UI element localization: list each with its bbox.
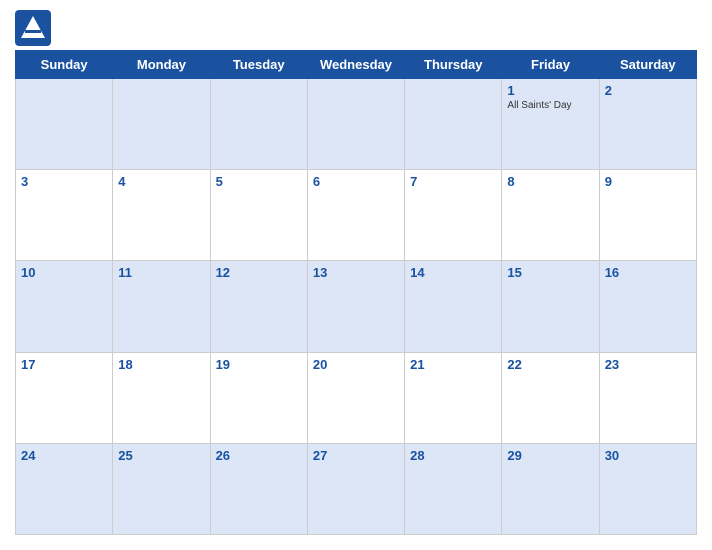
calendar-week-row: 1 All Saints' Day 2 [16,79,697,170]
weekday-header-sunday: Sunday [16,51,113,79]
day-number: 8 [507,174,593,189]
calendar-cell: 14 [405,261,502,352]
calendar-header [15,10,697,46]
calendar-cell: 2 [599,79,696,170]
calendar-cell: 23 [599,352,696,443]
calendar-cell: 11 [113,261,210,352]
calendar-cell: 13 [307,261,404,352]
calendar-cell: 15 [502,261,599,352]
calendar-table: SundayMondayTuesdayWednesdayThursdayFrid… [15,50,697,535]
day-number: 14 [410,265,496,280]
calendar-cell: 21 [405,352,502,443]
day-number: 9 [605,174,691,189]
day-number: 6 [313,174,399,189]
calendar-cell: 17 [16,352,113,443]
calendar-cell: 8 [502,170,599,261]
calendar-cell [307,79,404,170]
calendar-cell: 30 [599,443,696,534]
weekday-header-tuesday: Tuesday [210,51,307,79]
day-number: 21 [410,357,496,372]
day-number: 1 [507,83,593,98]
day-number: 2 [605,83,691,98]
calendar-cell: 5 [210,170,307,261]
calendar-week-row: 3456789 [16,170,697,261]
day-number: 28 [410,448,496,463]
weekday-header-row: SundayMondayTuesdayWednesdayThursdayFrid… [16,51,697,79]
calendar-cell: 29 [502,443,599,534]
weekday-header-wednesday: Wednesday [307,51,404,79]
calendar-cell: 25 [113,443,210,534]
calendar-cell: 24 [16,443,113,534]
calendar-cell: 18 [113,352,210,443]
calendar-cell: 1 All Saints' Day [502,79,599,170]
day-number: 29 [507,448,593,463]
calendar-cell: 4 [113,170,210,261]
day-number: 20 [313,357,399,372]
weekday-header-friday: Friday [502,51,599,79]
calendar-cell: 16 [599,261,696,352]
calendar-cell: 26 [210,443,307,534]
day-number: 17 [21,357,107,372]
day-number: 11 [118,265,204,280]
day-number: 5 [216,174,302,189]
calendar-cell [113,79,210,170]
calendar-cell: 3 [16,170,113,261]
day-number: 24 [21,448,107,463]
calendar-cell: 20 [307,352,404,443]
calendar-cell: 9 [599,170,696,261]
calendar-week-row: 24 25 26 27 28 29 30 [16,443,697,534]
calendar-cell: 12 [210,261,307,352]
day-number: 27 [313,448,399,463]
day-number: 18 [118,357,204,372]
day-number: 13 [313,265,399,280]
day-number: 16 [605,265,691,280]
calendar-cell [210,79,307,170]
weekday-header-thursday: Thursday [405,51,502,79]
logo [15,10,55,46]
day-number: 19 [216,357,302,372]
day-number: 3 [21,174,107,189]
calendar-cell: 10 [16,261,113,352]
day-number: 12 [216,265,302,280]
day-number: 30 [605,448,691,463]
day-number: 22 [507,357,593,372]
day-number: 10 [21,265,107,280]
day-number: 23 [605,357,691,372]
day-number: 7 [410,174,496,189]
calendar-week-row: 10 11 12 13 14 15 16 [16,261,697,352]
calendar-cell: 22 [502,352,599,443]
event-label: All Saints' Day [507,100,593,111]
calendar-cell [16,79,113,170]
day-number: 15 [507,265,593,280]
calendar-cell: 28 [405,443,502,534]
day-number: 4 [118,174,204,189]
calendar-cell: 19 [210,352,307,443]
day-number: 25 [118,448,204,463]
day-number: 26 [216,448,302,463]
calendar-week-row: 17 18 19 20 21 22 23 [16,352,697,443]
calendar-cell: 7 [405,170,502,261]
calendar-cell: 6 [307,170,404,261]
calendar-cell [405,79,502,170]
calendar-cell: 27 [307,443,404,534]
logo-icon [15,10,51,46]
weekday-header-monday: Monday [113,51,210,79]
weekday-header-saturday: Saturday [599,51,696,79]
